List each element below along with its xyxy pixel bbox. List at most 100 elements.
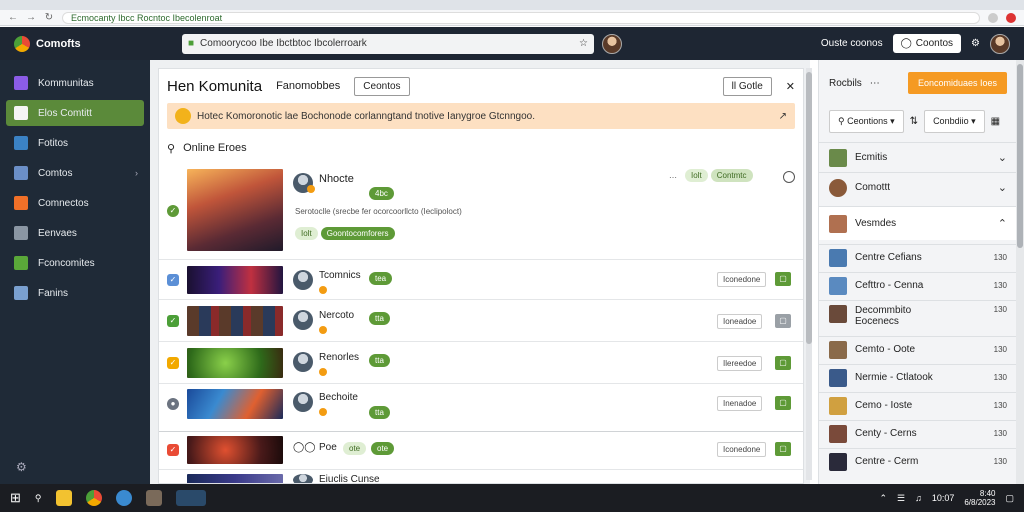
feature-pill-light[interactable]: Iolt [295,227,318,240]
row-action[interactable]: Ioneadoe [717,314,763,329]
table-row[interactable]: Eiuclis Cunse [159,469,803,483]
section-comottt[interactable]: Comottt ⌄ [819,172,1017,202]
folder-icon[interactable] [55,490,72,506]
check-icon[interactable]: ✓ [167,205,179,217]
active-window-icon[interactable] [175,490,206,506]
url-input[interactable]: Ecmocanty Ibcc Rocntoc Ibecolenroat [62,11,980,24]
check-icon[interactable]: ✓ [167,357,179,369]
filter-dropdown-2[interactable]: Conbdiio ▾ [924,109,985,133]
brand[interactable]: Comofts [14,35,164,52]
network-icon[interactable]: ☰ [897,493,905,504]
app-icon[interactable] [145,490,162,506]
tab-fanomobbes[interactable]: Fanomobbes [276,80,340,92]
forward-icon[interactable]: → [26,12,36,23]
row-square-button[interactable]: ▢ [775,272,791,286]
sidebar-item-comnectos[interactable]: Comnectos [6,190,144,216]
table-row[interactable]: ✓ ◯◯ Poe ote ote Iconedone ▢ [159,431,803,469]
volume-icon[interactable]: ♫ [915,493,922,503]
alert-close-icon[interactable]: ↗ [779,111,787,122]
chevron-down-icon[interactable]: ⌄ [998,181,1007,194]
check-icon[interactable]: ✓ [167,315,179,327]
profile-icon[interactable] [988,12,998,23]
main-scrollbar[interactable] [806,68,812,480]
list-item[interactable]: Centre - Cerm 130 [819,448,1017,474]
sidebar-item-eenvaes[interactable]: Eenvaes [6,220,144,246]
game-thumbnail[interactable] [187,306,283,336]
feature-pill-dark[interactable]: Goontocomforers [320,227,395,240]
search-icon[interactable]: ⚲ [35,493,42,504]
close-icon[interactable]: ✕ [786,80,795,93]
check-icon[interactable]: ● [167,398,179,410]
contacts-button[interactable]: ◯ Coontos [892,34,962,53]
row-action[interactable]: Ilereedoe [717,356,763,371]
row-action[interactable]: Iconedone [717,442,767,457]
header-right-text[interactable]: Ouste coonos [821,38,883,49]
more-icon[interactable]: ⋯ [870,78,880,89]
radio-button[interactable] [783,171,795,183]
filter-dropdown-1[interactable]: ⚲ Ceontions ▾ [829,109,904,133]
sidebar-item-kommunitas[interactable]: Kommunitas [6,70,144,96]
table-row[interactable]: ● Bechoite tta Inenadoe ▢ [159,383,803,423]
user-avatar[interactable] [990,33,1010,54]
row-square-button[interactable]: ▢ [775,314,791,328]
section-ecmitis[interactable]: Ecmitis ⌄ [819,142,1017,172]
section-vesmdes[interactable]: Vesmdes ⌃ [819,206,1017,240]
grid-icon[interactable]: ▦ [991,116,1000,127]
filter-sort-icon[interactable]: ⇅ [910,116,918,127]
list-item[interactable]: Centre Cefians 130 [819,244,1017,270]
gotle-button[interactable]: ll Gotle [722,76,772,96]
list-item[interactable]: Cemto - Oote 130 [819,336,1017,362]
right-top-button[interactable]: Eoncomiduaes Ioes [907,72,1007,94]
row-action[interactable]: Iconedone [717,272,767,287]
avatar[interactable] [602,33,622,54]
row-square-button[interactable]: ▢ [775,356,791,370]
sidebar-item-fanins[interactable]: Fanins [6,280,144,306]
search-bar[interactable]: ■ Comoorycoo Ibe Ibctbtoc Ibcolerroark ☆ [182,33,594,54]
row-square-button[interactable]: ▢ [775,396,791,410]
table-row[interactable]: ✓ Renorles tta Ilereedoe ▢ [159,341,803,383]
dots-icon[interactable]: ⋯ [669,173,677,182]
back-icon[interactable]: ← [8,12,18,23]
notification-icon[interactable]: ▢ [1005,493,1014,504]
reload-icon[interactable]: ↻ [44,12,54,23]
check-icon[interactable]: ✓ [167,274,179,286]
edge-icon[interactable] [115,490,132,506]
game-thumbnail[interactable] [187,389,283,419]
row-square-button[interactable]: ▢ [775,442,791,456]
table-row[interactable]: ✓ Tcomnics tea Iconedone ▢ [159,259,803,299]
search-input[interactable]: Comoorycoo Ibe Ibctbtoc Ibcolerroark [200,38,573,49]
sidebar-item-fconcomites[interactable]: Fconcomites [6,250,144,276]
game-thumbnail[interactable] [187,169,283,251]
settings-icon[interactable]: ⚙ [971,38,980,49]
gear-icon[interactable]: ⚙ [16,460,27,474]
list-item[interactable]: Decommbito Eocenecs 130 [819,300,1017,334]
check-icon[interactable]: ✓ [167,444,179,456]
game-thumbnail[interactable] [187,436,283,464]
list-item[interactable]: Cefttro - Cenna 130 [819,272,1017,298]
clock[interactable]: 8:40 6/8/2023 [964,489,995,507]
game-thumbnail[interactable] [187,474,283,483]
star-icon[interactable]: ☆ [579,38,588,49]
table-row[interactable]: ✓ Nercoto tta Ioneadoe ▢ [159,299,803,341]
list-item[interactable]: Nermie - Ctlatook 130 [819,364,1017,390]
windows-start-icon[interactable]: ⊞ [10,490,21,506]
chrome-icon[interactable] [85,490,102,506]
chevron-down-icon[interactable]: ⌄ [998,151,1007,164]
right-scrollbar-thumb[interactable] [1017,64,1023,248]
game-thumbnail[interactable] [187,266,283,294]
list-item[interactable]: Centy - Cerns 130 [819,420,1017,446]
game-thumbnail[interactable] [187,348,283,378]
chevron-up-icon[interactable]: ⌃ [998,217,1007,230]
feature-tag-light[interactable]: Iolt [685,169,708,182]
tray-clock-text[interactable]: 10:07 [932,493,955,503]
right-scrollbar[interactable] [1016,60,1024,484]
tab-ceontos[interactable]: Ceontos [354,76,410,96]
list-item[interactable]: Cemo - Ioste 130 [819,392,1017,418]
menu-icon[interactable] [1006,12,1016,23]
sidebar-item-fotitos[interactable]: Fotitos [6,130,144,156]
feature-tag-dark[interactable]: Contmtc [710,169,753,182]
feature-row[interactable]: ✓ Nhocte 4bc Serotoclle (srecbe fer ocor… [159,163,803,259]
sidebar-item-home[interactable]: Elos Comtitt [6,100,144,126]
chevron-up-icon[interactable]: ⌃ [879,493,887,504]
sidebar-item-comtos[interactable]: Comtos › [6,160,144,186]
